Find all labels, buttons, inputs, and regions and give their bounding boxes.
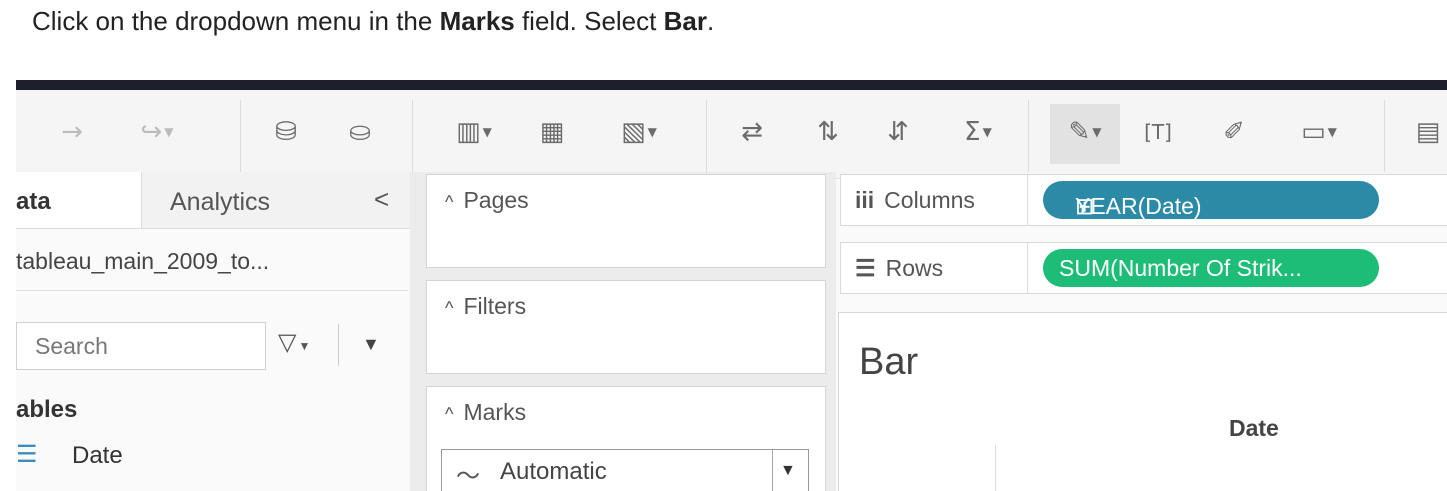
instruction-field: Marks: [439, 6, 515, 36]
show-mark-labels-icon[interactable]: [T]: [1138, 112, 1178, 152]
pages-card-title: Pages: [463, 187, 529, 213]
toolbar: → ↪ ▼ ⛁ ⛀ ▥ ▼ ▦ ▧ ▼ ⇄ ⇅ ⇵ Σ ▼ ✎ ▼ [T] ✐ ▭ ▼ ▤: [16, 90, 1447, 179]
chevron-down-icon[interactable]: ▼: [362, 334, 380, 355]
swap-rows-columns-icon[interactable]: ⇄: [730, 112, 774, 152]
instruction-suffix: .: [706, 6, 715, 36]
sort-ascending-icon[interactable]: ⇅: [806, 112, 850, 152]
marks-card-title: Marks: [463, 399, 527, 425]
axis-line: [995, 445, 996, 491]
totals-icon[interactable]: Σ ▼: [950, 112, 1006, 152]
rows-shelf[interactable]: ☰ Rows SUM(Number Of Strik...: [840, 242, 1447, 294]
tableau-window: → ↪ ▼ ⛁ ⛀ ▥ ▼ ▦ ▧ ▼ ⇄ ⇅ ⇵ Σ ▼ ✎ ▼ [T] ✐ ▭ ▼ ▤ …: [16, 80, 1447, 491]
tab-data-label: ata: [16, 188, 51, 215]
collapse-caret-icon[interactable]: ^: [445, 298, 453, 318]
highlight-icon[interactable]: ✎ ▼: [1056, 112, 1114, 152]
datasource-name[interactable]: tableau_main_2009_to...: [16, 248, 269, 275]
shelf-divider: [1027, 243, 1028, 293]
toolbar-divider: [240, 100, 241, 172]
sort-descending-icon[interactable]: ⇵: [876, 112, 920, 152]
tables-heading: ables: [16, 396, 78, 423]
search-placeholder: Search: [35, 333, 108, 359]
toolbar-divider: [412, 100, 413, 172]
data-pane-tabs: ata Analytics <: [16, 172, 410, 229]
pages-card[interactable]: ^ Pages: [426, 174, 826, 268]
tab-analytics[interactable]: Analytics: [170, 188, 270, 217]
show-me-icon[interactable]: ▤: [1408, 112, 1447, 152]
view-canvas[interactable]: Bar Date: [838, 312, 1447, 491]
format-workbook-icon[interactable]: ✐: [1214, 112, 1254, 152]
instruction-prefix: Click on the dropdown menu in the: [32, 6, 440, 36]
columns-icon: iii: [855, 187, 875, 213]
rows-pill[interactable]: SUM(Number Of Strik...: [1043, 249, 1379, 287]
clear-sheet-icon[interactable]: ▧ ▼: [606, 112, 672, 152]
column-header-date: Date: [1229, 415, 1279, 441]
columns-shelf[interactable]: iii Columns ⊞ YEAR(Date): [840, 174, 1447, 226]
dropdown-divider: [772, 450, 773, 491]
mark-type-dropdown[interactable]: 〜 Automatic ▼: [441, 449, 809, 491]
collapse-pane-icon[interactable]: <: [374, 184, 389, 215]
filters-card-title: Filters: [463, 293, 527, 319]
columns-label: Columns: [884, 187, 975, 213]
toolbar-divider: [706, 100, 707, 172]
collapse-caret-icon[interactable]: ^: [445, 404, 453, 424]
search-divider: [338, 324, 339, 366]
duplicate-sheet-icon[interactable]: ▦: [530, 112, 574, 152]
instruction-middle: field. Select: [514, 6, 664, 36]
filter-icon[interactable]: ▽ ▼: [278, 328, 310, 357]
marks-card[interactable]: ^ Marks 〜 Automatic ▼: [426, 386, 826, 491]
toolbar-divider: [1384, 100, 1385, 172]
redo-arrow-icon[interactable]: →: [52, 112, 92, 152]
search-input[interactable]: Search: [16, 322, 266, 370]
presentation-mode-icon[interactable]: ▭ ▼: [1284, 112, 1354, 152]
pause-data-updates-icon[interactable]: ⛀: [340, 112, 380, 152]
line-mark-icon: 〜: [456, 463, 480, 490]
collapse-caret-icon[interactable]: ^: [445, 192, 453, 212]
columns-pill[interactable]: ⊞ YEAR(Date): [1043, 181, 1379, 219]
field-date[interactable]: Date: [72, 442, 123, 470]
calendar-icon: ☰: [16, 441, 38, 468]
sheet-title: Bar: [859, 341, 919, 383]
tab-data[interactable]: ata: [16, 172, 142, 228]
redo-dropdown-icon[interactable]: ↪ ▼: [112, 112, 202, 152]
new-worksheet-icon[interactable]: ▥ ▼: [444, 112, 504, 152]
shelf-divider: [1027, 175, 1028, 225]
mark-type-value: Automatic: [500, 458, 607, 485]
chevron-down-icon[interactable]: ▼: [780, 462, 796, 480]
rows-label: Rows: [885, 255, 944, 281]
instruction-option: Bar: [663, 6, 707, 36]
filters-card[interactable]: ^ Filters: [426, 280, 826, 374]
rows-pill-label: SUM(Number Of Strik...: [1059, 255, 1302, 281]
rows-icon: ☰: [855, 255, 876, 281]
toolbar-divider: [1028, 100, 1029, 172]
instruction-text: Click on the dropdown menu in the Marks …: [32, 6, 714, 37]
columns-pill-label: YEAR(Date): [1075, 193, 1202, 219]
title-bar: [16, 80, 1447, 90]
new-data-source-icon[interactable]: ⛁: [266, 112, 306, 152]
